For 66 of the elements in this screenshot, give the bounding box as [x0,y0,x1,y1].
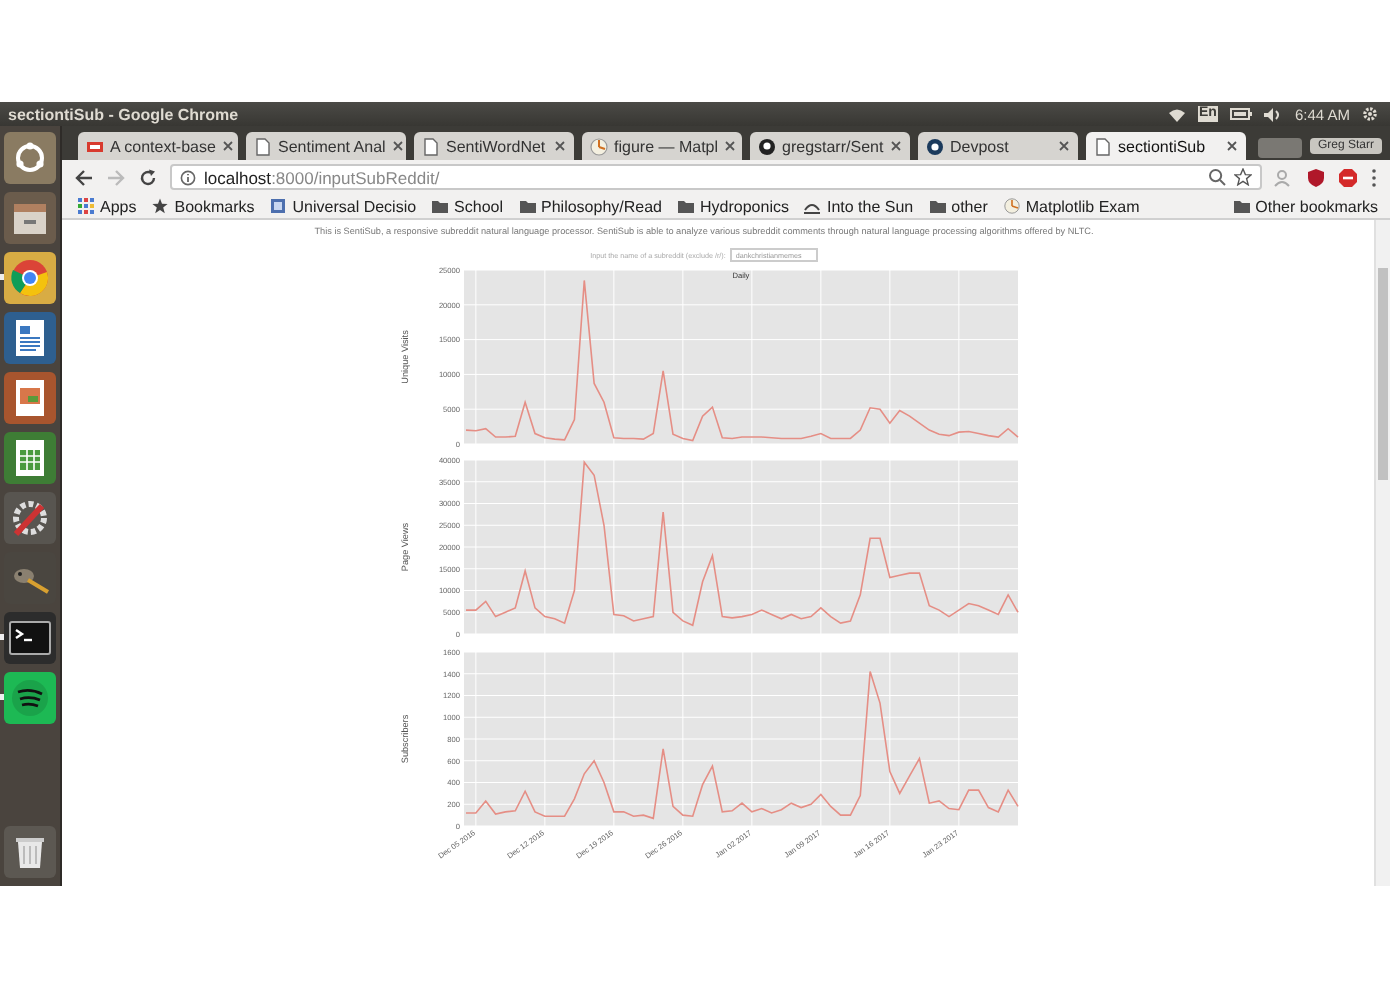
folder-icon [678,198,694,214]
close-icon[interactable] [554,140,566,152]
bookmark[interactable]: Apps [78,197,137,215]
sun-icon [804,198,821,214]
close-icon[interactable] [724,140,737,152]
page-icon [270,198,287,214]
trash-icon[interactable] [4,826,56,878]
page-icon [254,137,272,155]
shield-icon[interactable] [1306,167,1326,187]
browser-tab[interactable]: gregstarr/Sent [750,132,910,160]
bookmark[interactable]: School [432,197,504,215]
wifi-icon[interactable] [1167,107,1186,121]
bookmark[interactable]: other [929,197,988,215]
bookmark[interactable]: Philosophy/Read [519,197,662,215]
folder-icon [432,198,449,214]
bookmark[interactable]: Into the Sun [804,197,914,215]
info-icon[interactable] [180,169,196,185]
dial-icon [1003,198,1020,214]
close-icon[interactable] [1226,140,1238,152]
menu-icon[interactable] [1370,167,1378,187]
close-icon[interactable] [221,140,234,152]
reload-icon[interactable] [138,167,158,187]
stop-sign-icon[interactable] [1338,167,1358,187]
logo-icon[interactable] [4,132,56,184]
browser-tab[interactable]: A context-base [78,132,238,160]
bookmark[interactable]: Hydroponics [678,197,789,215]
circle-logo-icon [926,137,944,155]
document-icon[interactable] [4,312,56,364]
sound-waves-icon[interactable] [4,672,56,724]
close-icon[interactable] [890,140,902,152]
bookmark[interactable]: Matplotlib Exam [1003,197,1140,215]
bookmark[interactable]: Bookmarks [152,197,255,215]
settings-icon[interactable] [1362,106,1378,122]
back-icon[interactable] [74,167,94,187]
close-icon[interactable] [391,140,404,152]
browser-tab[interactable]: sectiontiSub [1086,132,1246,160]
folder-icon [1233,198,1250,214]
wrench-gear-icon[interactable] [4,492,56,544]
zoom-icon[interactable] [1208,168,1226,186]
folder-icon [929,198,946,214]
dial-icon [590,137,608,155]
spreadsheet-icon[interactable] [4,432,56,484]
browser-tab[interactable]: Devpost [918,132,1078,160]
star-icon[interactable] [1234,168,1252,186]
presentation-icon[interactable] [4,372,56,424]
close-icon[interactable] [1058,140,1070,152]
bookmark[interactable]: Universal Decisio [270,197,417,215]
scrollbar[interactable] [1374,220,1390,886]
battery-icon[interactable] [1230,108,1253,120]
folder-icon [519,198,536,214]
terminal-icon[interactable] [4,612,56,664]
drawer-icon[interactable] [4,192,56,244]
volume-icon[interactable] [1264,107,1283,121]
browser-tab[interactable]: SentiWordNet [414,132,574,160]
browser-icon[interactable] [4,252,56,304]
window-title: sectiontiSub - Google Chrome [8,105,241,123]
apps-grid-icon [78,198,94,214]
browser-tab[interactable]: figure — Matpl [582,132,742,160]
document-icon [86,137,104,155]
browser-tab[interactable]: Sentiment Anal [246,132,406,160]
address-bar[interactable]: localhost:8000/inputSubReddit/ [170,164,1262,190]
bookmark[interactable]: Other bookmarks [1233,197,1378,215]
page-icon [1094,137,1112,155]
scrollbar-thumb[interactable] [1378,268,1388,480]
page-icon [422,137,440,155]
star-icon [152,198,169,214]
